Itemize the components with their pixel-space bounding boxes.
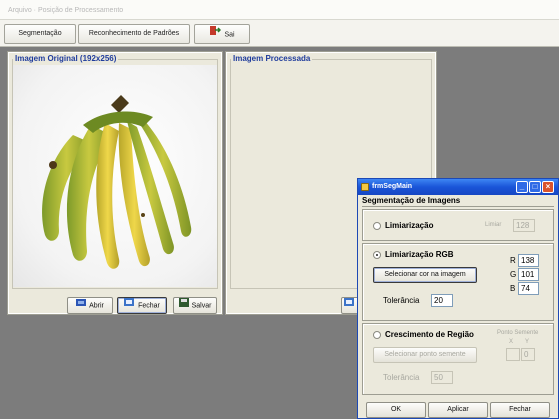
g-label: G [510, 270, 517, 279]
salvar-label: Salvar [191, 302, 212, 310]
x-label: X [509, 339, 514, 345]
limiarizacao-rgb-label: Limiarização RGB [385, 250, 454, 259]
tolerancia-region-input[interactable]: 50 [431, 371, 453, 384]
fechar-dialog-button[interactable]: Fechar [490, 402, 550, 418]
open-icon [76, 298, 87, 313]
crescimento-label: Crescimento de Região [385, 330, 474, 339]
reconhecimento-button[interactable]: Reconhecimento de Padrões [78, 24, 190, 44]
banana-image [42, 95, 192, 269]
maximize-icon[interactable]: □ [529, 181, 541, 193]
abrir-label: Abrir [89, 302, 104, 310]
fechar-label: Fechar [138, 302, 160, 310]
segmentation-dialog: frmSegMain _ □ × Segmentação de Imagens … [357, 178, 559, 419]
sair-label: Sai [224, 31, 235, 39]
aplicar-label: Aplicar [447, 406, 469, 413]
ok-button[interactable]: OK [366, 402, 426, 418]
window-title: Arquivo · Posição de Processamento [8, 7, 124, 14]
select-seed-button[interactable]: Selecionar ponto semente [373, 347, 477, 363]
exit-icon [209, 25, 222, 44]
minimize-icon[interactable]: _ [516, 181, 528, 193]
select-seed-label: Selecionar ponto semente [384, 351, 466, 358]
fechar-button[interactable]: Fechar [117, 297, 167, 314]
toolbar: Segmentação Reconhecimento de Padrões Sa… [0, 20, 559, 47]
limiarizacao-label: Limiarização [385, 221, 434, 230]
ponto-semente-label: Ponto Semente [497, 330, 539, 336]
crescimento-radio[interactable] [373, 331, 381, 339]
tolerancia-rgb-label: Tolerância [383, 296, 420, 305]
limiarizacao-radio[interactable] [373, 222, 381, 230]
limiar-input[interactable]: 128 [513, 219, 535, 232]
segmentation-heading: Segmentação de Imagens [362, 196, 554, 207]
rgb-section: Limiarização RGB Selecionar cor na image… [362, 243, 554, 321]
app-icon [361, 183, 369, 191]
reconhecimento-label: Reconhecimento de Padrões [88, 30, 180, 37]
save-icon [178, 298, 189, 313]
g-input[interactable]: 101 [518, 268, 539, 281]
window-title-bar: Arquivo · Posição de Processamento [0, 0, 559, 20]
close-image-icon [124, 298, 135, 313]
close-icon[interactable]: × [542, 181, 554, 193]
segmentacao-label: Segmentação [18, 30, 62, 37]
x-input[interactable] [506, 348, 520, 361]
salvar-button[interactable]: Salvar [173, 297, 217, 314]
original-image [13, 65, 217, 287]
b-input[interactable]: 74 [518, 282, 539, 295]
crescimento-section: Crescimento de Região Ponto Semente X Y … [362, 323, 554, 395]
r-input[interactable]: 138 [518, 254, 539, 267]
dialog-title: frmSegMain [372, 183, 413, 190]
limiarizacao-rgb-radio[interactable] [373, 251, 381, 259]
y-label: Y [525, 339, 530, 345]
select-color-label: Selecionar cor na imagem [384, 271, 466, 278]
select-color-button[interactable]: Selecionar cor na imagem [373, 267, 477, 283]
aplicar-button[interactable]: Aplicar [428, 402, 488, 418]
dialog-title-bar[interactable]: frmSegMain [358, 179, 558, 195]
abrir-button[interactable]: Abrir [67, 297, 113, 314]
b-label: B [510, 284, 516, 293]
processed-image-title: Imagem Processada [231, 54, 313, 63]
fechar-dialog-label: Fechar [509, 406, 531, 413]
r-label: R [510, 256, 516, 265]
y-input[interactable]: 0 [521, 348, 535, 361]
sair-button[interactable]: Sai [194, 24, 250, 44]
tolerancia-rgb-input[interactable]: 20 [431, 294, 453, 307]
original-image-panel: Abrir Fechar Salvar Imagem Original (192… [7, 51, 223, 315]
ok-label: OK [390, 406, 402, 413]
tolerancia-region-label: Tolerância [383, 373, 420, 382]
limiar-label: Limiar [485, 222, 502, 228]
limiarizacao-section: Limiarização Limiar 128 [362, 209, 554, 241]
original-image-title: Imagem Original (192x256) [13, 54, 119, 63]
image-icon [344, 298, 355, 313]
segmentacao-button[interactable]: Segmentação [4, 24, 76, 44]
